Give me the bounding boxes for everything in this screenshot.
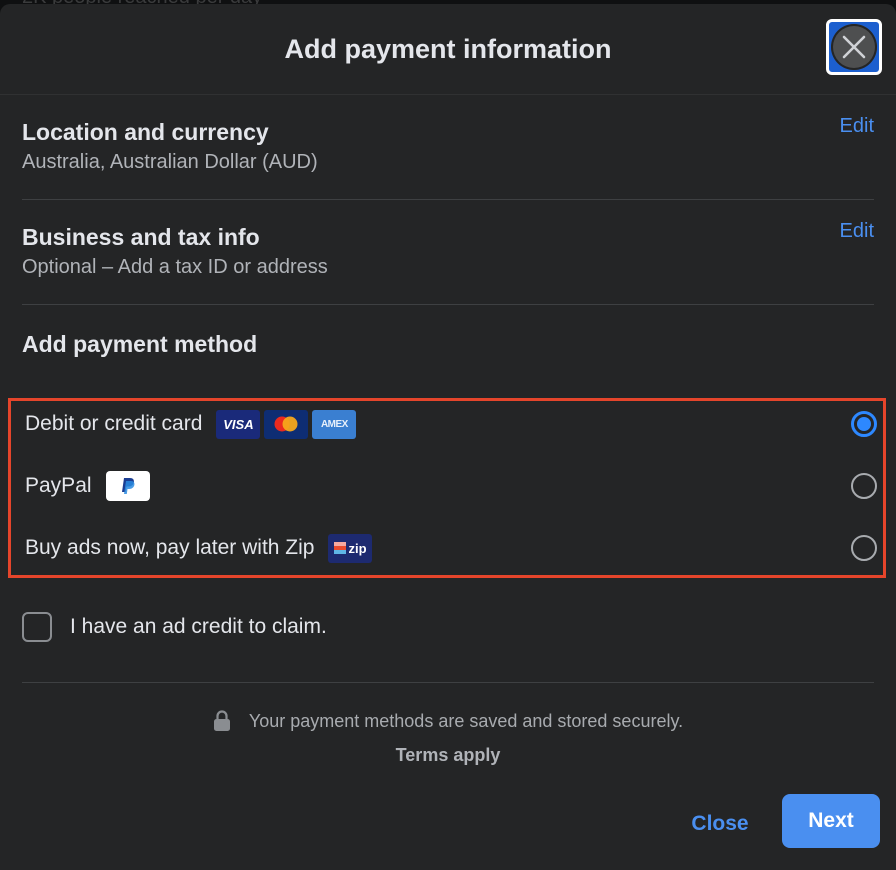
security-text: Your payment methods are saved and store… <box>248 710 684 731</box>
location-value: Australia, Australian Dollar (AUD) <box>22 151 318 173</box>
ad-credit-option[interactable]: I have an ad credit to claim. <box>22 612 327 642</box>
dialog-title: Add payment information <box>284 33 612 64</box>
payment-methods-group: Debit or credit card VISA AMEX PayPal Bu… <box>8 398 886 578</box>
ad-credit-checkbox[interactable] <box>22 612 52 642</box>
card-radio[interactable] <box>851 411 877 437</box>
security-note: Your payment methods are saved and store… <box>0 710 896 766</box>
card-option-label: Debit or credit card <box>25 412 203 435</box>
mastercard-logo-icon <box>264 409 309 439</box>
paypal-radio[interactable] <box>851 473 877 499</box>
ad-credit-label: I have an ad credit to claim. <box>70 615 327 638</box>
business-title: Business and tax info <box>22 224 260 250</box>
close-dialog-button[interactable] <box>826 19 882 75</box>
location-currency-section: Location and currency Australia, Austral… <box>22 95 874 200</box>
terms-apply-link[interactable]: Terms apply <box>0 745 896 766</box>
location-title: Location and currency <box>22 119 269 145</box>
lock-icon <box>213 710 230 731</box>
zip-logo-text: zip <box>348 540 367 556</box>
payment-option-card[interactable]: Debit or credit card VISA AMEX <box>25 404 883 444</box>
payment-method-title: Add payment method <box>22 331 258 357</box>
edit-location-link[interactable]: Edit <box>840 115 874 138</box>
payment-option-paypal[interactable]: PayPal <box>25 466 883 506</box>
visa-logo-icon: VISA <box>216 409 261 439</box>
close-button[interactable]: Close <box>680 802 760 846</box>
payment-option-zip[interactable]: Buy ads now, pay later with Zip zip <box>25 528 883 568</box>
dialog-header: Add payment information <box>0 4 896 95</box>
close-x-icon <box>842 35 866 59</box>
paypal-option-label: PayPal <box>25 474 92 497</box>
edit-business-link[interactable]: Edit <box>840 220 874 243</box>
divider <box>22 682 874 683</box>
paypal-logo-icon <box>105 471 150 501</box>
zip-radio[interactable] <box>851 535 877 561</box>
business-value: Optional – Add a tax ID or address <box>22 256 328 278</box>
amex-logo-icon: AMEX <box>312 409 357 439</box>
next-button[interactable]: Next <box>782 794 880 848</box>
business-tax-section: Business and tax info Optional – Add a t… <box>22 200 874 305</box>
zip-logo-icon: zip <box>328 533 373 563</box>
zip-option-label: Buy ads now, pay later with Zip <box>25 536 315 559</box>
